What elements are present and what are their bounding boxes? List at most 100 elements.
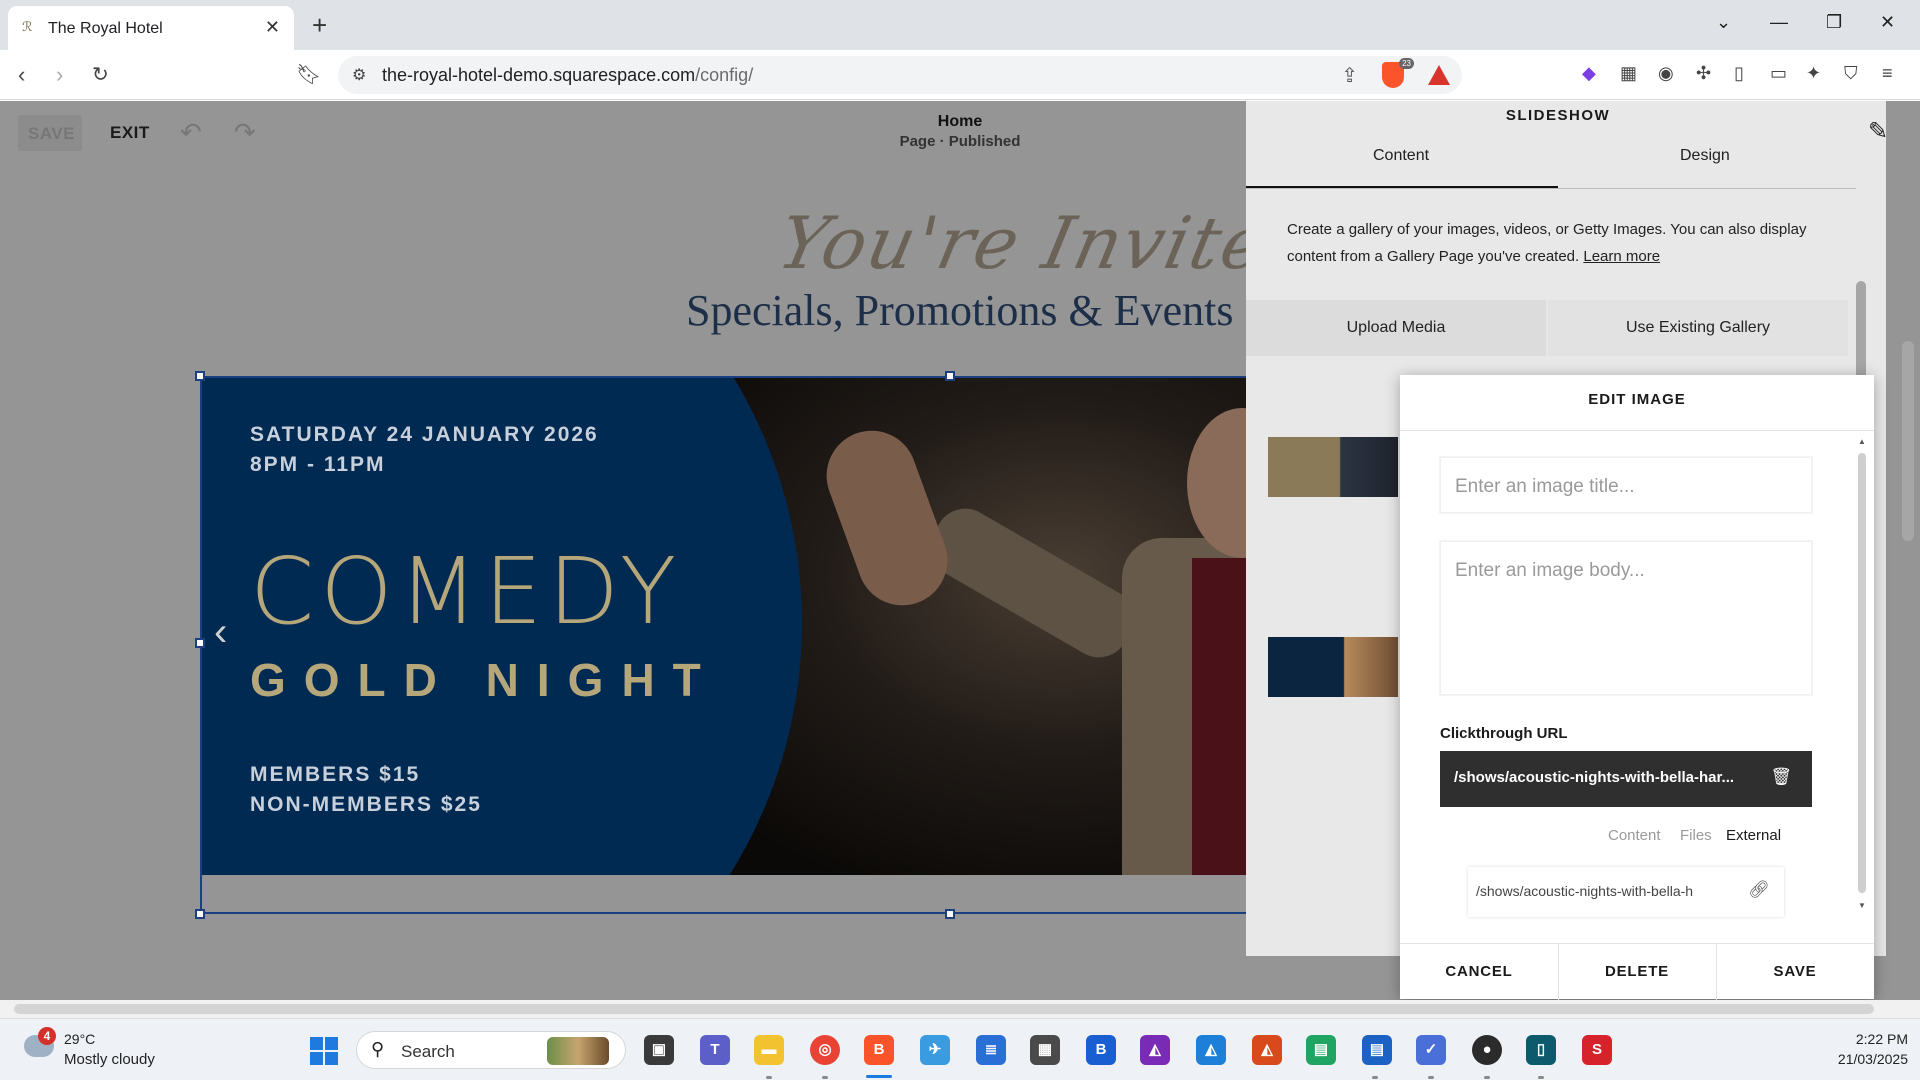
editor-save-button[interactable]: SAVE [18, 115, 82, 151]
sheets-icon[interactable]: ▤ [1306, 1035, 1336, 1065]
slideshow-slide[interactable]: SATURDAY 24 JANUARY 2026 8PM - 11PM COME… [202, 378, 1250, 875]
slide-title-comedy: COMEDY [250, 538, 683, 645]
brave-shields-icon[interactable]: 23 [1382, 58, 1414, 88]
windows-start-icon[interactable] [310, 1037, 338, 1065]
delete-button[interactable]: DELETE [1558, 944, 1716, 1000]
tab-content[interactable]: Content [1373, 147, 1429, 165]
chrome-icon[interactable]: ◎ [810, 1035, 840, 1065]
link-icon[interactable]: 🔗︎ [1748, 880, 1770, 900]
dialog-scrollbar[interactable]: ▲ ▼ [1856, 437, 1868, 917]
use-existing-gallery-button[interactable]: Use Existing Gallery [1548, 300, 1848, 356]
affinity-photo-icon[interactable]: ◭ [1140, 1035, 1170, 1065]
squarespace-editor: SAVE EXIT ↶ ↷ Home Page · Published You'… [0, 101, 1920, 1000]
docs-icon[interactable]: ▤ [1362, 1035, 1392, 1065]
extension-calendar-icon[interactable]: ▦ [1620, 63, 1637, 84]
tab-design[interactable]: Design [1680, 147, 1730, 165]
restore-icon[interactable]: ❐ [1826, 12, 1842, 33]
gallery-thumbnail[interactable] [1268, 637, 1398, 697]
scroll-up-icon[interactable]: ▲ [1858, 437, 1866, 446]
site-settings-icon[interactable]: ⚙ [352, 65, 366, 85]
book-app-icon[interactable]: ▯ [1526, 1035, 1556, 1065]
site-styles-brush-icon[interactable]: ✎ [1868, 117, 1888, 146]
horizontal-scrollbar[interactable] [0, 1000, 1920, 1018]
app-blue-icon[interactable]: B [1086, 1035, 1116, 1065]
forward-icon[interactable]: › [56, 62, 63, 88]
sidebar-toggle-icon[interactable]: ▯ [1734, 63, 1744, 84]
weather-description[interactable]: Mostly cloudy [64, 1051, 155, 1068]
affinity-designer-icon[interactable]: ◭ [1196, 1035, 1226, 1065]
calculator-icon[interactable]: ▦ [1030, 1035, 1060, 1065]
slide-prev-arrow-icon[interactable]: ‹ [214, 610, 227, 655]
editor-exit-button[interactable]: EXIT [110, 123, 150, 143]
url-text: the-royal-hotel-demo.squarespace.com/con… [382, 65, 754, 85]
brave-rewards-icon[interactable] [1428, 65, 1450, 85]
save-button[interactable]: SAVE [1716, 944, 1874, 1000]
close-tab-icon[interactable]: ✕ [265, 17, 280, 38]
notepad-icon[interactable]: ≣ [976, 1035, 1006, 1065]
vpn-shield-icon[interactable]: ⛉ [1844, 63, 1858, 84]
extension-record-icon[interactable]: ◉ [1658, 63, 1674, 84]
wallet-icon[interactable]: ▭ [1770, 63, 1787, 84]
dialog-footer: CANCEL DELETE SAVE [1400, 943, 1874, 1000]
gallery-thumbnail[interactable] [1268, 437, 1398, 497]
minimize-icon[interactable]: — [1770, 12, 1788, 33]
address-bar[interactable]: ⚙ the-royal-hotel-demo.squarespace.com/c… [338, 56, 1462, 94]
davinci-resolve-icon[interactable]: ● [1472, 1035, 1502, 1065]
new-tab-icon[interactable]: + [312, 10, 327, 41]
slide-price-members: MEMBERS $15 [250, 763, 421, 786]
brave-icon[interactable]: B [864, 1035, 894, 1065]
share-icon[interactable]: ⇪ [1341, 63, 1358, 88]
resize-handle[interactable] [195, 638, 205, 648]
teams-icon[interactable]: T [700, 1035, 730, 1065]
file-explorer-icon[interactable]: ▬ [754, 1035, 784, 1065]
resize-handle[interactable] [195, 371, 205, 381]
bookmark-icon[interactable]: 🔖︎ [296, 62, 321, 87]
back-icon[interactable]: ‹ [18, 62, 25, 88]
resize-handle[interactable] [195, 909, 205, 919]
task-view-icon[interactable]: ▣ [644, 1035, 674, 1065]
browser-tab[interactable]: ℛ The Royal Hotel ✕ [8, 6, 294, 50]
redo-icon[interactable]: ↷ [234, 117, 256, 148]
trash-icon[interactable]: 🗑︎ [1770, 767, 1792, 787]
dialog-scroll-thumb[interactable] [1858, 453, 1866, 893]
link-option-files[interactable]: Files [1680, 827, 1712, 844]
external-url-input[interactable]: /shows/acoustic-nights-with-bella-h 🔗︎ [1468, 867, 1784, 917]
clock-time[interactable]: 2:22 PM [1808, 1031, 1908, 1047]
page-title[interactable]: Home [880, 113, 1040, 131]
running-app-indicator [1484, 1076, 1490, 1079]
page-scrollbar[interactable] [1902, 341, 1914, 541]
clock-date[interactable]: 21/03/2025 [1808, 1051, 1908, 1067]
clickthrough-url-field[interactable]: /shows/acoustic-nights-with-bella-har...… [1440, 751, 1812, 807]
extension-purple-icon[interactable]: ◆ [1582, 63, 1596, 84]
page-status: Page · Published [899, 133, 1021, 150]
link-option-content[interactable]: Content [1608, 827, 1661, 844]
checklist-app-icon[interactable]: ✓ [1416, 1035, 1446, 1065]
menu-icon[interactable]: ≡ [1882, 63, 1893, 84]
learn-more-link[interactable]: Learn more [1583, 248, 1660, 265]
cancel-button[interactable]: CANCEL [1400, 944, 1558, 1000]
link-type-picker: Content Files External /shows/acoustic-n… [1440, 807, 1812, 927]
undo-icon[interactable]: ↶ [180, 117, 202, 148]
panel-title: SLIDESHOW [1505, 107, 1611, 124]
weather-temperature[interactable]: 29°C [64, 1031, 95, 1047]
image-title-input[interactable]: Enter an image title... [1440, 457, 1812, 513]
tab-search-chevron-icon[interactable]: ⌄ [1716, 12, 1731, 33]
app-red-icon[interactable]: S [1582, 1035, 1612, 1065]
link-option-external[interactable]: External [1726, 827, 1781, 844]
leo-ai-icon[interactable]: ✦ [1806, 63, 1821, 84]
taskbar-search[interactable]: ⚲ Search [356, 1031, 626, 1069]
scroll-down-icon[interactable]: ▼ [1858, 901, 1866, 910]
reload-icon[interactable]: ↻ [92, 62, 109, 87]
resize-handle[interactable] [945, 371, 955, 381]
extensions-puzzle-icon[interactable]: ✣ [1696, 63, 1711, 84]
slide-price-non-members: NON-MEMBERS $25 [250, 793, 482, 816]
upload-media-button[interactable]: Upload Media [1246, 300, 1546, 356]
search-label: Search [401, 1042, 455, 1061]
image-body-input[interactable]: Enter an image body... [1440, 541, 1812, 695]
maps-icon[interactable]: ✈ [920, 1035, 950, 1065]
horizontal-scroll-thumb[interactable] [14, 1004, 1874, 1014]
resize-handle[interactable] [945, 909, 955, 919]
edit-image-dialog: EDIT IMAGE Enter an image title... Enter… [1400, 375, 1874, 1000]
affinity-publisher-icon[interactable]: ◭ [1252, 1035, 1282, 1065]
close-window-icon[interactable]: ✕ [1880, 12, 1895, 33]
